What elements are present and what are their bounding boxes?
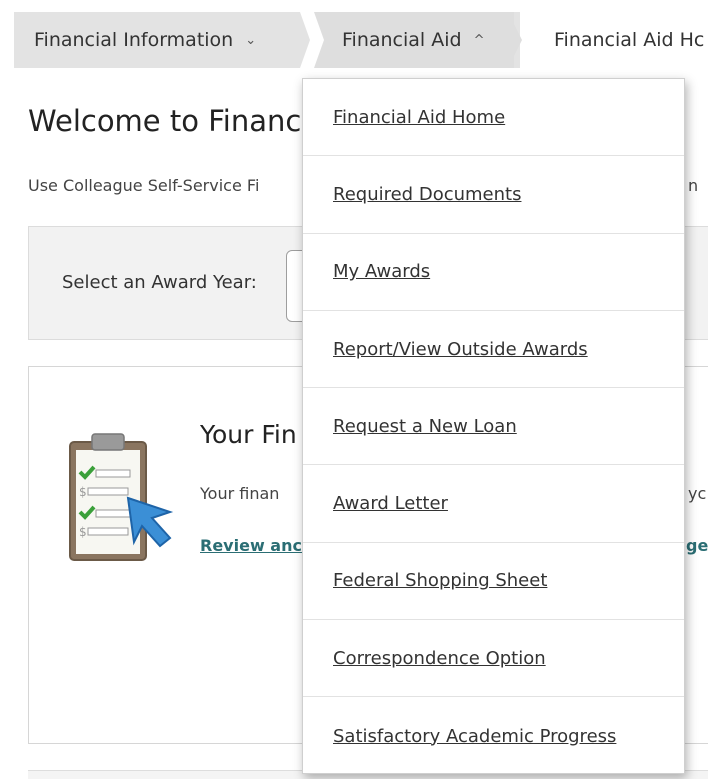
intro-text-tail: n	[688, 176, 699, 195]
menu-item-required-documents[interactable]: Required Documents	[303, 156, 684, 234]
menu-item-financial-aid-home[interactable]: Financial Aid Home	[303, 79, 684, 157]
menu-item-outside-awards[interactable]: Report/View Outside Awards	[303, 311, 684, 389]
menu-item-label: Financial Aid Home	[333, 106, 506, 128]
menu-item-award-letter[interactable]: Award Letter	[303, 465, 684, 543]
chevron-down-icon: ⌄	[245, 33, 257, 48]
breadcrumb-financial-aid-home[interactable]: Financial Aid Hc	[554, 12, 704, 68]
breadcrumb-label: Financial Information	[34, 29, 234, 51]
menu-item-label: My Awards	[333, 261, 431, 283]
menu-item-satisfactory-academic-progress[interactable]: Satisfactory Academic Progress	[303, 697, 684, 774]
card-title: Your Fin	[200, 420, 297, 449]
menu-item-federal-shopping-sheet[interactable]: Federal Shopping Sheet	[303, 543, 684, 621]
svg-text:$: $	[79, 525, 87, 539]
breadcrumb-financial-aid[interactable]: Financial Aid ^	[342, 12, 485, 68]
breadcrumb-separator	[300, 12, 324, 68]
svg-text:$: $	[79, 485, 87, 499]
menu-item-label: Request a New Loan	[333, 415, 517, 437]
intro-text: Use Colleague Self-Service Fi	[28, 176, 260, 195]
menu-item-correspondence-option[interactable]: Correspondence Option	[303, 620, 684, 698]
review-link[interactable]: Review anc	[200, 536, 302, 555]
menu-item-label: Report/View Outside Awards	[333, 338, 588, 360]
page-title: Welcome to Financ	[28, 104, 302, 138]
card-text: Your finan	[200, 484, 280, 503]
breadcrumb-financial-information[interactable]: Financial Information ⌄	[34, 12, 256, 68]
review-link-tail[interactable]: ge	[686, 536, 708, 555]
menu-item-label: Federal Shopping Sheet	[333, 570, 548, 592]
menu-item-my-awards[interactable]: My Awards	[303, 234, 684, 311]
clipboard-checklist-icon: $ $	[69, 433, 174, 561]
menu-item-label: Required Documents	[333, 183, 522, 205]
financial-aid-dropdown-menu: Financial Aid Home Required Documents My…	[302, 78, 685, 774]
breadcrumb-separator	[508, 12, 522, 68]
menu-item-request-new-loan[interactable]: Request a New Loan	[303, 388, 684, 466]
menu-item-label: Correspondence Option	[333, 647, 546, 669]
breadcrumb-label: Financial Aid Hc	[554, 29, 705, 51]
card-text-tail: yc	[688, 484, 707, 503]
menu-item-label: Award Letter	[333, 493, 448, 515]
financial-aid-page: Financial Information ⌄ Financial Aid ^ …	[0, 0, 708, 779]
menu-item-label: Satisfactory Academic Progress	[333, 725, 617, 747]
breadcrumb-label: Financial Aid	[342, 29, 462, 51]
award-year-label: Select an Award Year:	[62, 272, 257, 293]
chevron-up-icon: ^	[473, 33, 485, 48]
